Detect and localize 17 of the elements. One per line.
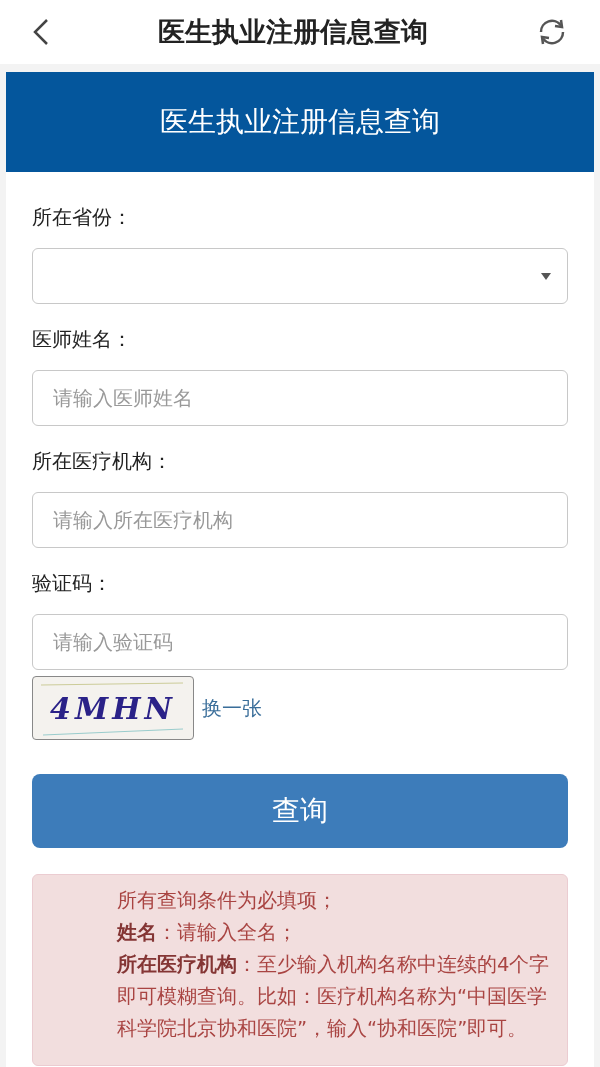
field-label: 医师姓名： <box>32 326 133 353</box>
input-field[interactable]: 请输入所在医疗机构 <box>32 492 568 548</box>
notice-text: 所在医疗机构：至少输入机构名称中连续的4个字即可模糊查询。比如：医疗机构名称为“中国医学科学院北京协和医院”，输入“协和医院”即可。 <box>117 952 551 1042</box>
notice-text: 所有查询条件为必填项； <box>117 888 338 914</box>
banner-title: 医生执业注册信息查询 <box>160 104 440 140</box>
field-label: 验证码： <box>32 570 113 597</box>
field-label: 所在省份： <box>32 204 133 231</box>
captcha-image: 4MHN <box>32 676 194 740</box>
input-field[interactable]: 请输入验证码 <box>32 614 568 670</box>
dropdown-arrow-icon <box>541 272 551 280</box>
notice-text: 姓名：请输入全名； <box>117 920 298 946</box>
input-field[interactable]: 请输入医师姓名 <box>32 370 568 426</box>
back-icon[interactable] <box>32 18 50 46</box>
refresh-captcha-link[interactable]: 换一张 <box>202 693 262 723</box>
field-label: 所在医疗机构： <box>32 448 173 475</box>
page-title: 医生执业注册信息查询 <box>158 14 428 49</box>
query-button[interactable]: 查询 <box>32 774 568 848</box>
